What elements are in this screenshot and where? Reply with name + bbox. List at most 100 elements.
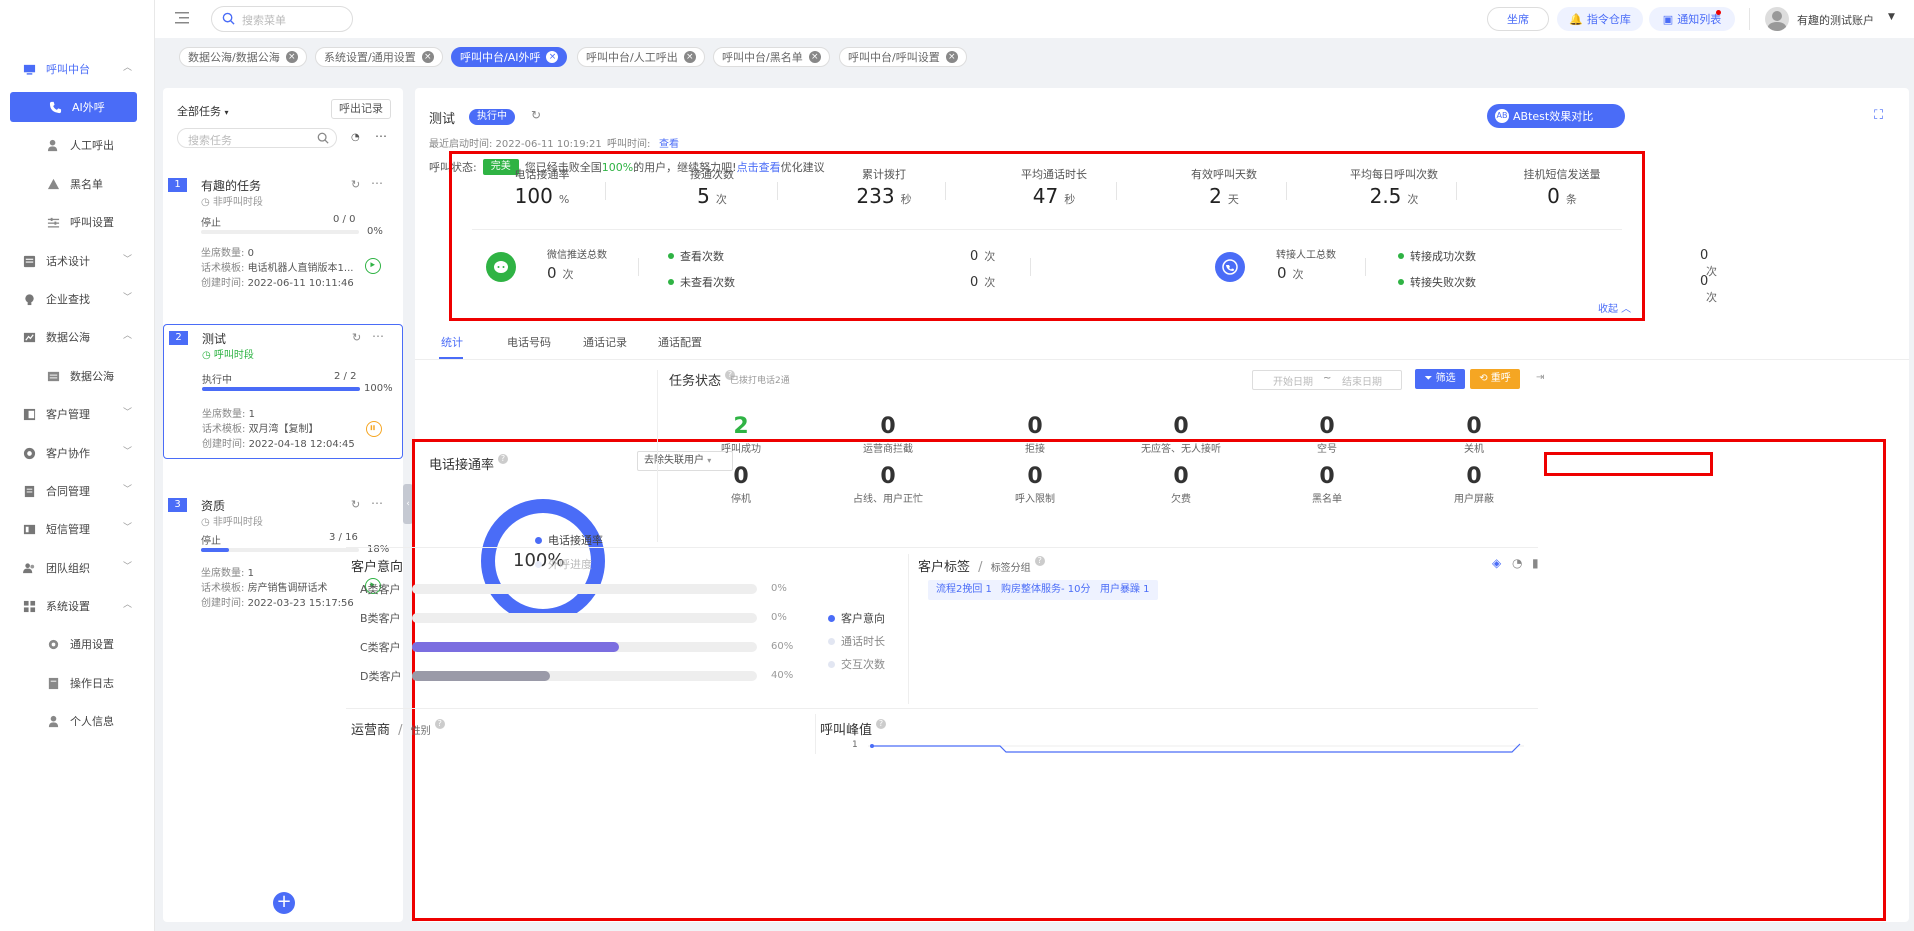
more-icon[interactable]: ⋯	[371, 176, 383, 190]
abtest-compare-button[interactable]: AB ABtest效果对比	[1487, 104, 1625, 128]
collapse-link[interactable]: 收起 ︿	[1598, 300, 1631, 315]
menu-fold-icon[interactable]	[175, 12, 189, 24]
call-records-button[interactable]: 呼出记录	[331, 99, 391, 119]
customer-tag[interactable]: 流程2挽回 1	[928, 580, 1000, 600]
transfer-fail-label: 转接失败次数	[1410, 276, 1476, 289]
legend-intent[interactable]: 客户意向	[828, 610, 885, 626]
divider	[472, 229, 1622, 230]
subtab-call-config[interactable]: 通话配置	[658, 334, 702, 350]
date-range-picker[interactable]: 开始日期 ~ 结束日期	[1252, 370, 1402, 390]
refresh-icon[interactable]: ↻	[531, 108, 541, 122]
help-icon[interactable]: ?	[434, 719, 445, 729]
tab-ai-call[interactable]: 呼叫中台/AI外呼 ×	[451, 47, 568, 67]
task-progress-text: 2 / 2	[334, 371, 357, 382]
nav-team-org[interactable]: 团队组织 ﹀	[0, 553, 155, 583]
more-icon[interactable]: ⋯	[375, 129, 387, 143]
tag-icon[interactable]: ◈	[1492, 556, 1501, 570]
nav-sms-mgmt[interactable]: 短信管理 ﹀	[0, 514, 155, 544]
intent-title: 客户意向	[351, 560, 404, 575]
subtab-call-records[interactable]: 通话记录	[583, 334, 627, 350]
tab-general-settings[interactable]: 系统设置/通用设置 ×	[315, 47, 443, 67]
wechat-number: 0	[547, 264, 557, 282]
legend-interactions[interactable]: 交互次数	[828, 656, 885, 672]
nav-system-settings[interactable]: 系统设置 ︿	[0, 591, 155, 621]
refresh-icon[interactable]: ↻	[351, 498, 360, 511]
cmd-repo-button[interactable]: 🔔 指令仓库	[1557, 7, 1643, 31]
side-toggle-icon[interactable]: ⇥	[1536, 372, 1544, 383]
end-date-input[interactable]: 结束日期	[1342, 373, 1382, 388]
nav-contract-mgmt[interactable]: 合同管理 ﹀	[0, 476, 155, 506]
tab-data-sea[interactable]: 数据公海/数据公海 ×	[179, 47, 307, 67]
task-search-input[interactable]: 搜索任务	[177, 128, 337, 148]
refresh-icon[interactable]: ↻	[352, 331, 361, 344]
nav-data-sea-sub[interactable]: 数据公海	[0, 361, 155, 391]
caret-down-icon[interactable]: ▼	[1888, 12, 1895, 22]
filter-button[interactable]: ⏷ 筛选	[1415, 369, 1465, 389]
nav-op-log[interactable]: 操作日志	[0, 668, 155, 698]
notify-list-button[interactable]: ▣ 通知列表	[1649, 7, 1735, 31]
gender-link[interactable]: 性别	[411, 726, 431, 737]
nav-call-settings[interactable]: 呼叫设置	[0, 207, 155, 237]
task-card[interactable]: 1 有趣的任务 ◷ 非呼叫时段 ↻ ⋯ 停止 0 / 0 0% 坐席数量: 0 …	[163, 172, 403, 292]
customer-tag[interactable]: 购房整体服务- 10分 1	[993, 580, 1109, 600]
pause-button[interactable]	[366, 421, 382, 437]
help-icon[interactable]: ?	[1034, 556, 1045, 566]
close-icon[interactable]: ×	[683, 51, 696, 63]
customer-tag[interactable]: 用户暴躁 1	[1092, 580, 1158, 600]
refresh-icon[interactable]: ↻	[351, 178, 360, 191]
start-date-input[interactable]: 开始日期	[1273, 373, 1313, 388]
close-icon[interactable]: ×	[808, 51, 821, 63]
stat-unit: 秒	[1064, 193, 1076, 206]
legend-progress[interactable]: 外呼进度	[535, 556, 592, 572]
nav-customer-collab[interactable]: 客户协作 ﹀	[0, 438, 155, 468]
nav-data-sea[interactable]: 数据公海 ︿	[0, 322, 155, 352]
meta-value: 2022-04-18 12:04:45	[248, 439, 355, 450]
close-icon[interactable]: ×	[945, 51, 958, 63]
task-card-selected[interactable]: 2 测试 ◷ 呼叫时段 ↻ ⋯ 执行中 2 / 2 100% 坐席数量: 1 话…	[163, 324, 403, 459]
recall-button[interactable]: ⟲ 重呼	[1470, 369, 1520, 389]
task-filter-dropdown[interactable]: 全部任务 ▾	[177, 103, 229, 119]
help-icon[interactable]: ?	[876, 719, 887, 729]
subtab-phone-numbers[interactable]: 电话号码	[507, 334, 551, 350]
seat-button[interactable]: 坐席	[1487, 7, 1549, 31]
close-icon[interactable]: ×	[421, 51, 434, 63]
account-name[interactable]: 有趣的测试账户	[1797, 12, 1874, 28]
legend-connect-rate[interactable]: 电话接通率	[535, 532, 603, 548]
help-icon[interactable]: ?	[498, 454, 509, 464]
nav-call-center[interactable]: 呼叫中台 ︿	[0, 54, 155, 84]
meta-value: 2022-06-11 10:11:46	[247, 278, 354, 289]
nav-label: 企业查找	[46, 293, 90, 306]
tags-title: 客户标签 / 标签分组?	[918, 556, 1045, 575]
tag-group-link[interactable]: 标签分组	[991, 563, 1031, 574]
nav-general-settings[interactable]: 通用设置	[0, 629, 155, 659]
nav-ai-call[interactable]: AI外呼	[10, 92, 137, 122]
stat-label: 电话接通率	[514, 168, 570, 181]
call-time-view-link[interactable]: 查看	[659, 135, 679, 150]
close-icon[interactable]: ×	[546, 51, 559, 63]
nav-enterprise-search[interactable]: 企业查找 ﹀	[0, 284, 155, 314]
nav-label: 客户协作	[46, 447, 90, 460]
pie-chart-icon[interactable]: ◔	[1512, 556, 1522, 570]
menu-search-input[interactable]: 搜索菜单	[211, 6, 353, 32]
nav-manual-call[interactable]: 人工呼出	[0, 130, 155, 160]
more-icon[interactable]: ⋯	[371, 496, 383, 510]
legend-duration[interactable]: 通话时长	[828, 633, 885, 649]
nav-script-design[interactable]: 话术设计 ﹀	[0, 246, 155, 276]
fullscreen-icon[interactable]: ⛶	[1874, 108, 1883, 123]
more-icon[interactable]: ⋯	[372, 329, 384, 343]
nav-customer-mgmt[interactable]: 客户管理 ﹀	[0, 399, 155, 429]
tab-call-settings[interactable]: 呼叫中台/呼叫设置 ×	[839, 47, 967, 67]
play-button[interactable]	[365, 258, 381, 274]
subtab-stats[interactable]: 统计	[441, 334, 463, 350]
carrier-title-text: 运营商	[351, 723, 391, 738]
avatar[interactable]	[1765, 7, 1789, 31]
view-toggle-icon[interactable]: ◔	[351, 132, 360, 143]
add-task-button[interactable]: +	[273, 892, 295, 914]
nav-personal-info[interactable]: 个人信息	[0, 706, 155, 736]
tab-manual-call[interactable]: 呼叫中台/人工呼出 ×	[577, 47, 705, 67]
close-icon[interactable]: ×	[285, 51, 298, 63]
bar-chart-icon[interactable]: ▮	[1532, 556, 1539, 570]
nav-blacklist[interactable]: 黑名单	[0, 169, 155, 199]
tab-blacklist[interactable]: 呼叫中台/黑名单 ×	[713, 47, 830, 67]
stat-unit: 次	[1407, 193, 1419, 206]
